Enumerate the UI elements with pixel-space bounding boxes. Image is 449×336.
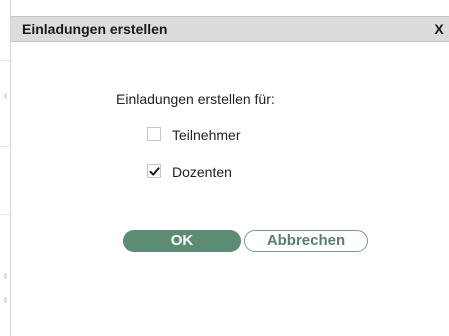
- dialog-title: Einladungen erstellen: [22, 21, 168, 37]
- dozenten-label[interactable]: Dozenten: [172, 163, 232, 181]
- page: Einladungen erstellen X Einladungen erst…: [0, 0, 449, 336]
- background-mark: [4, 273, 7, 279]
- background-divider: [0, 146, 10, 147]
- teilnehmer-label[interactable]: Teilnehmer: [172, 126, 240, 144]
- ok-button[interactable]: OK: [123, 230, 241, 252]
- background-mark: [4, 93, 7, 99]
- close-button[interactable]: X: [432, 20, 446, 38]
- background-divider: [0, 214, 10, 215]
- dialog-titlebar: Einladungen erstellen X: [11, 16, 449, 42]
- checkmark-icon: [149, 167, 160, 176]
- background-divider: [0, 60, 10, 61]
- cancel-button[interactable]: Abbrechen: [244, 230, 368, 252]
- teilnehmer-checkbox[interactable]: [147, 127, 161, 141]
- background-mark: [4, 297, 7, 303]
- invitation-dialog: Einladungen erstellen X Einladungen erst…: [10, 0, 449, 336]
- dozenten-checkbox[interactable]: [147, 164, 161, 178]
- dialog-prompt: Einladungen erstellen für:: [116, 91, 275, 107]
